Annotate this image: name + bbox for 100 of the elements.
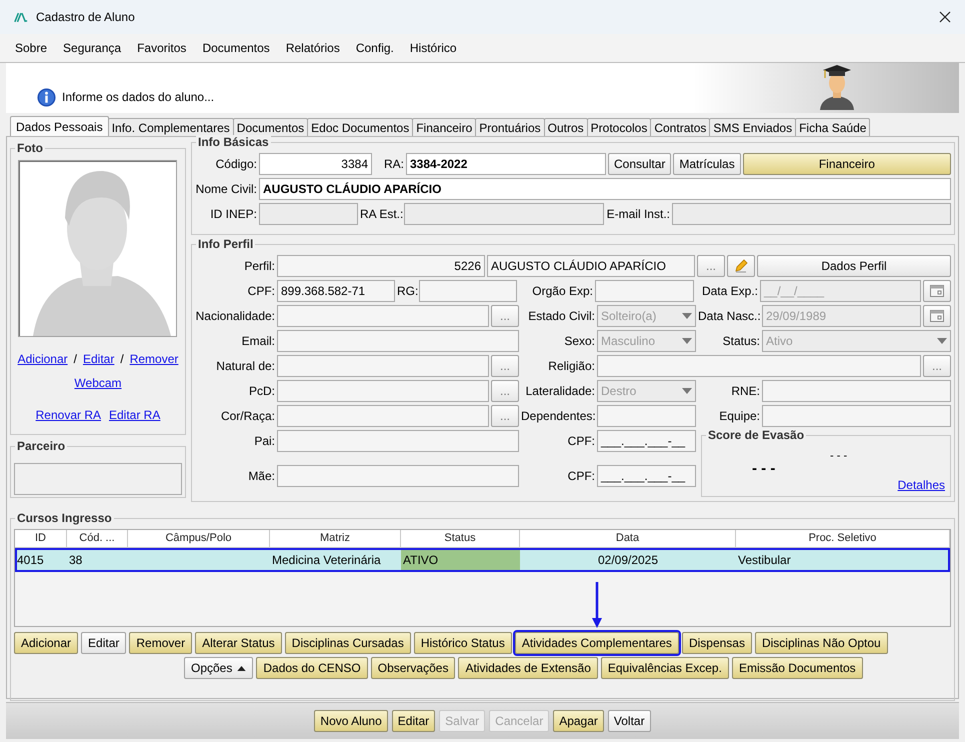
text-link[interactable]: Remover — [130, 352, 178, 366]
text-field[interactable]: 3384-2022 — [406, 153, 606, 175]
calendar-button[interactable] — [923, 280, 951, 302]
text-link[interactable]: Webcam — [74, 376, 122, 390]
action-button[interactable]: Emissão Documentos — [732, 657, 863, 679]
tab[interactable]: Contratos — [650, 118, 710, 136]
action-button[interactable]: Atividades de Extensão — [458, 657, 598, 679]
field-label: E-mail Inst.: — [606, 207, 670, 221]
text-field[interactable]: 899.368.582-71 — [277, 280, 395, 302]
text-field[interactable] — [277, 465, 519, 487]
field-label: CPF: — [566, 469, 595, 483]
text-field[interactable] — [597, 355, 921, 377]
group-title: Cursos Ingresso — [15, 511, 114, 525]
action-button[interactable]: Adicionar — [14, 632, 78, 654]
window-title: Cadastro de Aluno — [36, 10, 135, 24]
text-link[interactable]: Renovar RA — [36, 408, 101, 422]
text-field[interactable] — [419, 280, 517, 302]
text-field[interactable] — [762, 405, 951, 427]
text-field[interactable] — [597, 405, 696, 427]
menu-item[interactable]: Relatórios — [286, 41, 340, 55]
tab[interactable]: SMS Enviados — [709, 118, 796, 136]
action-button[interactable]: Disciplinas Não Optou — [754, 632, 888, 654]
action-button[interactable]: Dados do CENSO — [256, 657, 368, 679]
details-link[interactable]: Detalhes — [898, 478, 945, 492]
tab[interactable]: Financeiro — [412, 118, 476, 136]
menu-item[interactable]: Segurança — [63, 41, 122, 55]
table-row[interactable]: 4015 38 Medicina Veterinária ATIVO 02/09/2025 Vestibular — [15, 548, 950, 572]
tab[interactable]: Protocolos — [586, 118, 652, 136]
lookup-button[interactable]: ... — [697, 255, 725, 277]
score-value: - - - — [752, 460, 776, 477]
calendar-button[interactable] — [923, 305, 951, 327]
footer-button[interactable]: Voltar — [608, 710, 651, 732]
tab[interactable]: Info. Complementares — [108, 118, 234, 136]
footer-button[interactable]: Novo Aluno — [314, 710, 388, 732]
tab[interactable]: Documentos — [232, 118, 308, 136]
field-label: Sexo: — [563, 334, 595, 348]
text-field[interactable] — [277, 330, 519, 352]
footer-button[interactable]: Editar — [392, 710, 436, 732]
text-field[interactable]: 5226 — [277, 255, 485, 277]
tab[interactable]: Dados Pessoais — [10, 116, 109, 136]
menu-item[interactable]: Histórico — [410, 41, 457, 55]
field-label: Orgão Exp: — [531, 284, 593, 298]
text-link[interactable]: Editar RA — [109, 408, 160, 422]
action-button[interactable]: Editar — [81, 632, 126, 654]
action-button[interactable]: Dispensas — [682, 632, 752, 654]
calendar-icon — [930, 285, 944, 297]
separator-text: / — [120, 352, 124, 366]
footer-button[interactable]: Apagar — [553, 710, 604, 732]
info-icon — [37, 88, 56, 106]
action-button[interactable]: Disciplinas Cursadas — [284, 632, 411, 654]
lookup-button[interactable]: ... — [491, 355, 519, 377]
action-button[interactable]: Atividades Complementares — [514, 632, 679, 654]
action-button[interactable]: Remover — [129, 632, 192, 654]
menu-item[interactable]: Config. — [356, 41, 394, 55]
lookup-button[interactable]: ... — [491, 405, 519, 427]
text-link[interactable]: Editar — [82, 352, 114, 366]
text-field[interactable] — [277, 355, 489, 377]
text-field[interactable] — [277, 380, 489, 402]
field-label: Status: — [722, 334, 760, 348]
action-button[interactable]: Matrículas — [673, 153, 741, 175]
text-field[interactable] — [595, 280, 694, 302]
action-button[interactable]: Consultar — [608, 153, 672, 175]
menu-item[interactable]: Favoritos — [137, 41, 186, 55]
action-button[interactable]: Financeiro — [742, 153, 951, 175]
caret-icon — [682, 313, 692, 319]
text-field[interactable] — [277, 405, 489, 427]
table-cell: ATIVO — [401, 550, 520, 570]
table-cell-text: 38 — [68, 552, 84, 569]
partner-field[interactable] — [14, 463, 182, 495]
profile-data-button[interactable]: Dados Perfil — [757, 255, 951, 277]
menu-item[interactable]: Sobre — [15, 41, 48, 55]
text-field[interactable] — [277, 430, 519, 452]
text-link[interactable]: Adicionar — [18, 352, 68, 366]
text-field[interactable] — [277, 305, 489, 327]
tab[interactable]: Outros — [544, 118, 588, 136]
group-title: Parceiro — [15, 439, 68, 453]
action-button[interactable]: Equivalências Excep. — [600, 657, 729, 679]
action-button[interactable]: Histórico Status — [414, 632, 512, 654]
action-button[interactable]: Opções — [184, 657, 254, 679]
close-icon[interactable] — [939, 11, 951, 23]
text-field[interactable]: ___.___.___-__ — [597, 430, 696, 452]
text-field[interactable]: AUGUSTO CLÁUDIO APARÍCIO — [487, 255, 695, 277]
tab[interactable]: Ficha Saúde — [795, 118, 870, 136]
action-button[interactable]: Alterar Status — [195, 632, 282, 654]
table-cell-text: 02/09/2025 — [596, 552, 660, 569]
edit-button[interactable] — [727, 255, 755, 277]
text-field[interactable] — [762, 380, 951, 402]
tab[interactable]: Prontuários — [475, 118, 545, 136]
field-label: Email: — [240, 334, 275, 348]
text-field[interactable]: AUGUSTO CLÁUDIO APARÍCIO — [259, 178, 951, 200]
caret-icon — [937, 338, 947, 344]
action-button[interactable]: Observações — [370, 657, 456, 679]
text-field[interactable]: ___.___.___-__ — [597, 465, 696, 487]
tab[interactable]: Edoc Documentos — [307, 118, 414, 136]
lookup-button[interactable]: ... — [491, 305, 519, 327]
lookup-button[interactable]: ... — [923, 355, 951, 377]
menu-item[interactable]: Documentos — [202, 41, 270, 55]
text-field[interactable]: 3384 — [259, 153, 372, 175]
field-label: Lateralidade: — [524, 384, 595, 398]
lookup-button[interactable]: ... — [491, 380, 519, 402]
